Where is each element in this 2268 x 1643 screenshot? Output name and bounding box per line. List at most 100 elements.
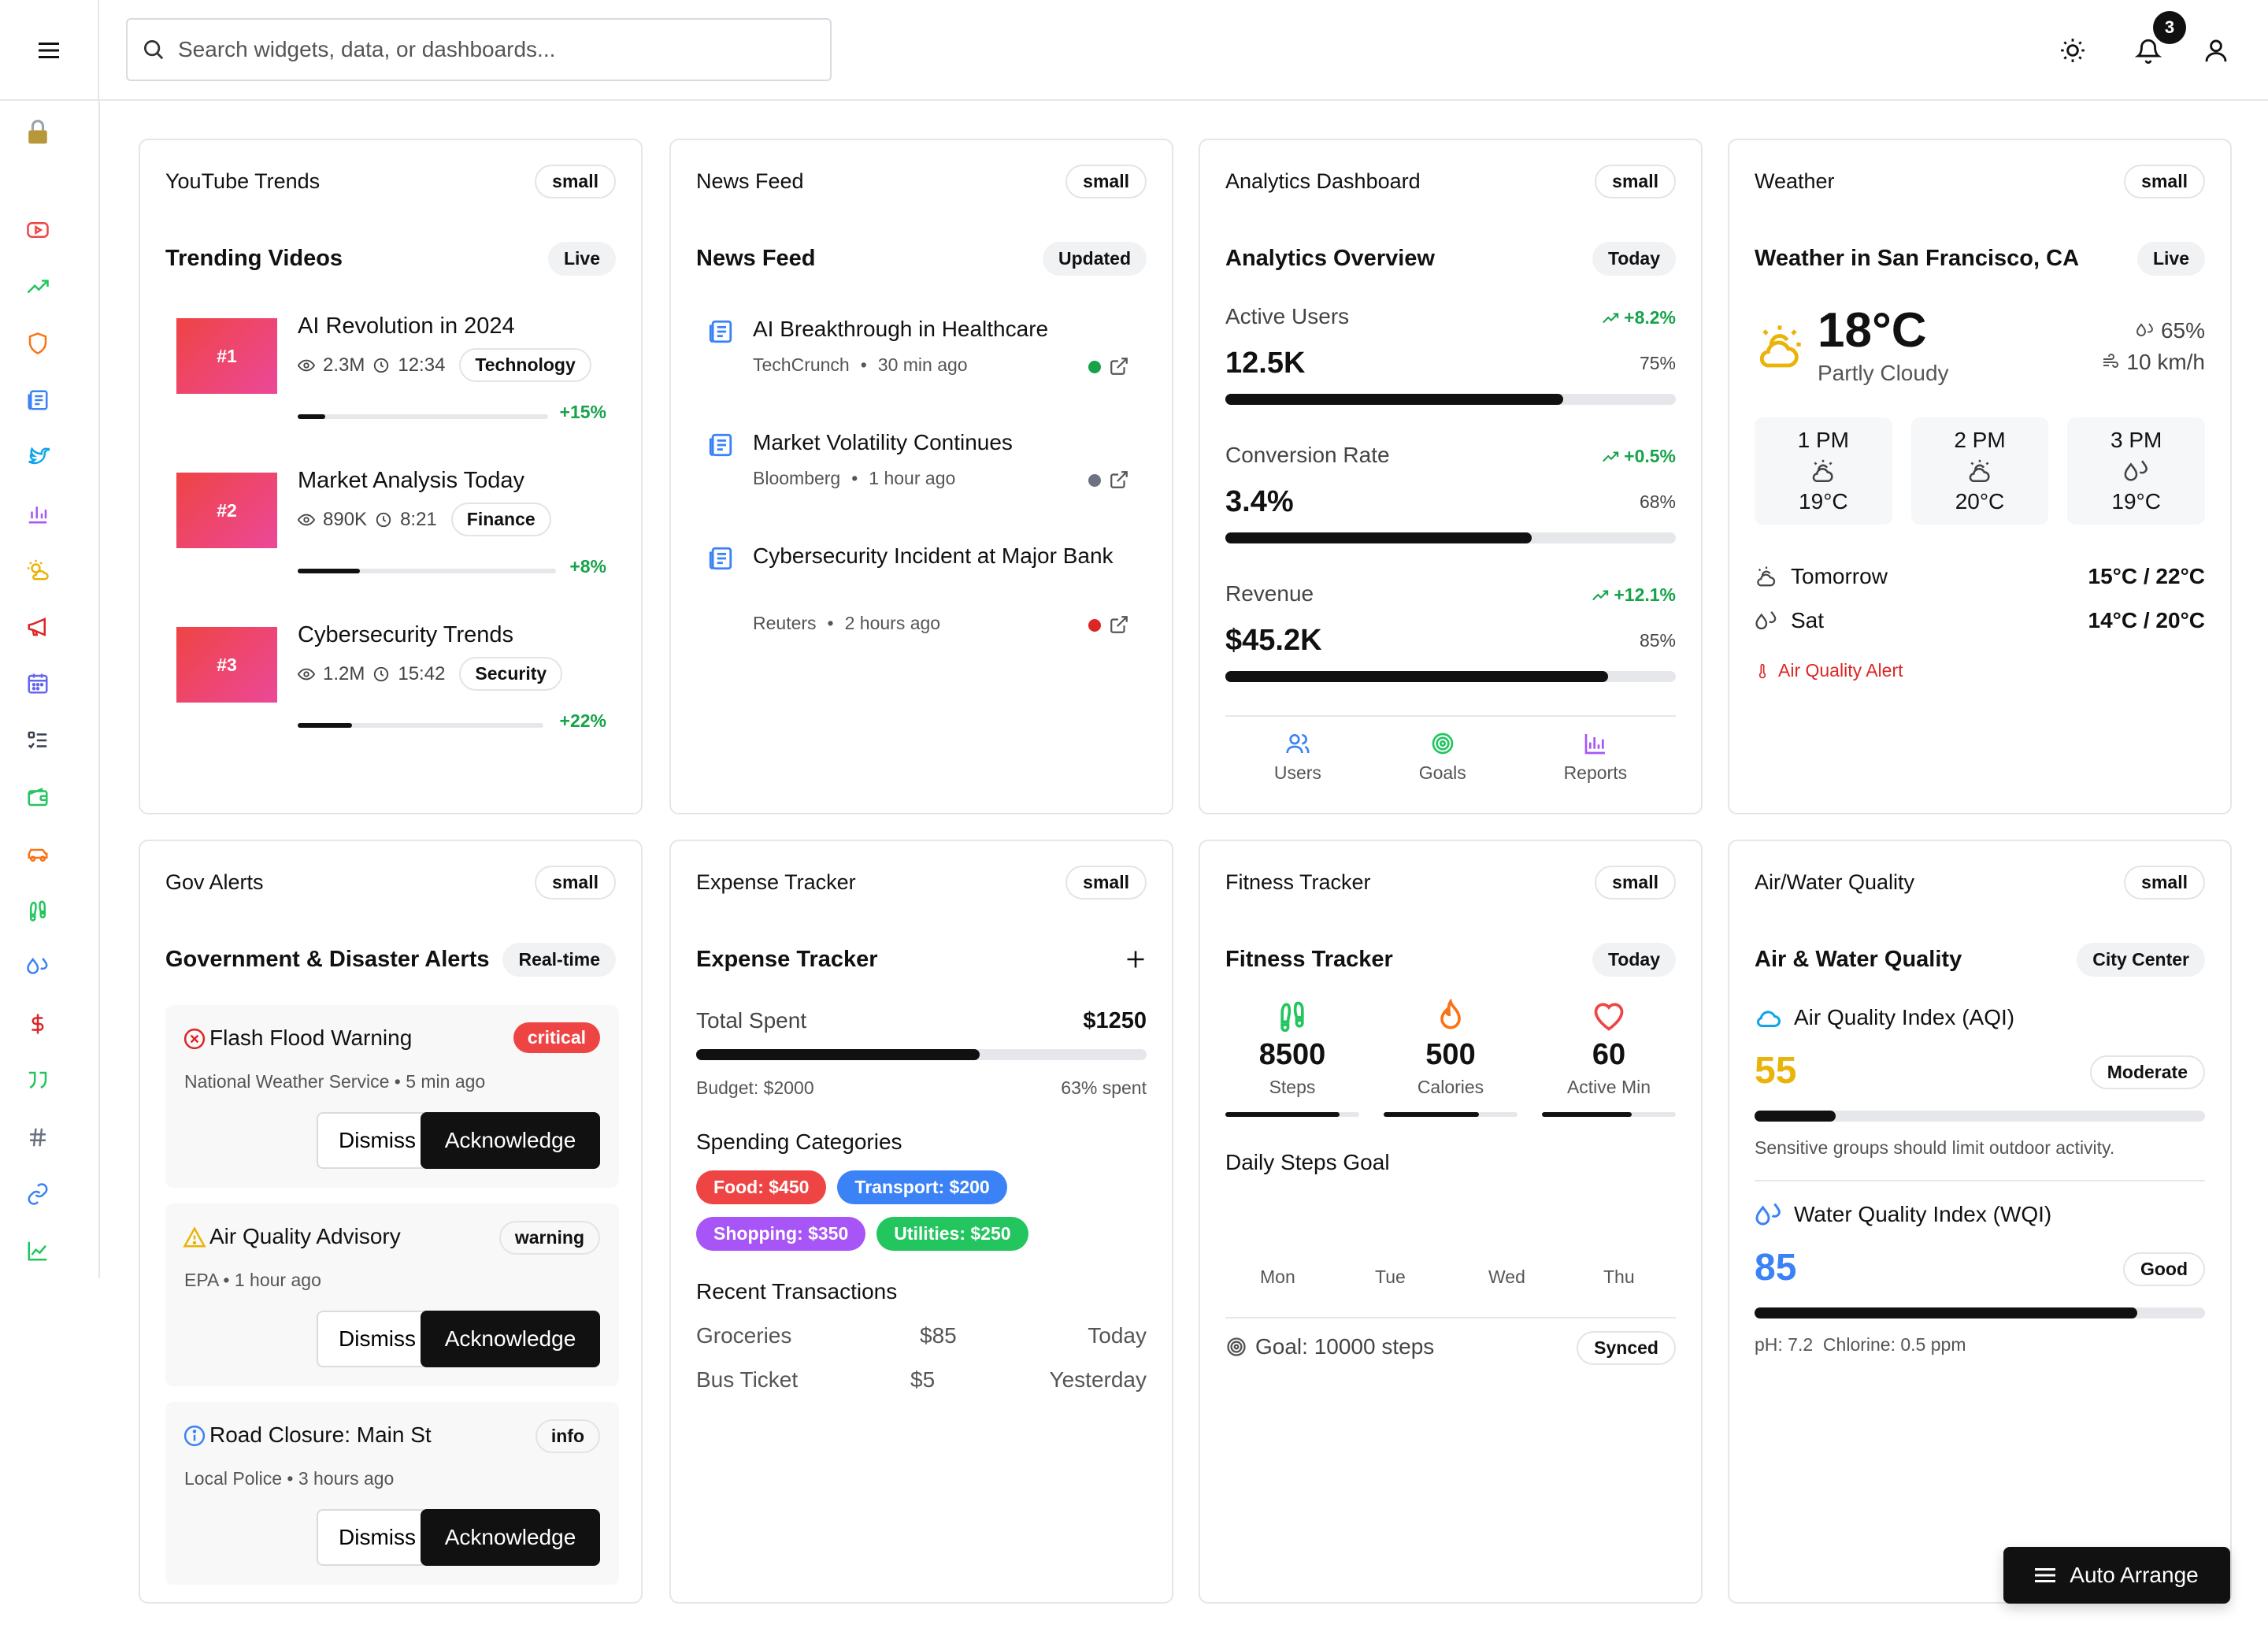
sidebar-item-finance[interactable] [22,1008,54,1040]
acknowledge-button[interactable]: Acknowledge [421,1509,600,1566]
acknowledge-button[interactable]: Acknowledge [421,1112,600,1169]
menu-lines-icon [2035,1568,2056,1582]
rank-thumbnail: #3 [176,627,277,703]
sidebar-item-youtube[interactable] [22,214,54,246]
sidebar-item-twitter[interactable] [22,441,54,473]
add-expense-icon[interactable] [1125,948,1147,970]
status-badge: Today [1592,241,1676,276]
sidebar-item-calendar[interactable] [22,668,54,699]
stat-bar-fill [1384,1112,1479,1117]
external-link-icon[interactable] [1109,356,1129,376]
video-item[interactable]: #1 AI Revolution in 2024 2.3M 12:34 Tech… [176,313,606,455]
hour-time: 3 PM [2110,428,2162,452]
news-item[interactable]: Cybersecurity Incident at Major Bank Reu… [707,540,1137,666]
nav-label: Reports [1563,762,1628,783]
category-tag[interactable]: Security [459,657,563,691]
news-source: Bloomberg [753,468,841,488]
widget-title: Fitness Tracker [1225,946,1393,972]
search-box[interactable] [126,18,832,81]
dismiss-button[interactable]: Dismiss [317,1311,438,1367]
acknowledge-button[interactable]: Acknowledge [421,1311,600,1367]
size-badge[interactable]: small [1065,865,1147,899]
category-tag[interactable]: Finance [450,503,551,536]
dismiss-button[interactable]: Dismiss [317,1509,438,1566]
forecast-day: Tomorrow [1791,564,1888,588]
auto-arrange-button[interactable]: Auto Arrange [2003,1547,2230,1604]
sidebar-item-water[interactable] [22,951,54,983]
sidebar-item-links[interactable] [22,1178,54,1210]
nav-goals[interactable]: Goals [1419,717,1466,802]
sidebar-item-tasks[interactable] [22,725,54,756]
category-chip[interactable]: Utilities: $250 [876,1217,1028,1251]
air-quality-alert[interactable]: Air Quality Alert [1755,660,1903,681]
sidebar-item-wallet[interactable] [22,781,54,813]
sidebar-item-analytics[interactable] [22,498,54,529]
video-item[interactable]: #2 Market Analysis Today 890K 8:21 Finan… [176,468,606,610]
metric-row: Conversion Rate +0.5% 3.4% 68% [1225,443,1676,577]
metric-change: +0.5% [1624,446,1676,466]
severity-badge: warning [498,1221,600,1255]
size-badge[interactable]: small [1065,164,1147,198]
video-item[interactable]: #3 Cybersecurity Trends 1.2M 15:42 Secur… [176,622,606,764]
metric-row: Revenue +12.1% $45.2K 85% [1225,581,1676,715]
sidebar-item-fitness[interactable] [22,895,54,926]
newspaper-icon [709,433,732,457]
menu-button[interactable] [0,0,99,101]
size-badge[interactable]: small [535,865,616,899]
weather-sun-icon [27,559,49,580]
sidebar-item-alerts[interactable] [22,611,54,643]
weather-card: Weather small Weather in San Francisco, … [1728,139,2232,814]
sidebar-item-lock[interactable] [22,117,54,148]
card-title: YouTube Trends [165,169,321,193]
trend-change: +15% [559,402,606,422]
view-count: 890K [323,508,368,530]
stat-label: Steps [1269,1077,1316,1097]
sidebar-item-transport[interactable] [22,838,54,870]
news-title: Market Volatility Continues [753,430,1013,454]
news-item[interactable]: Market Volatility Continues Bloomberg • 1 … [707,427,1137,521]
clock-icon [374,358,389,373]
day-label: Mon [1260,1267,1295,1287]
youtube-icon [27,222,49,238]
nav-users[interactable]: Users [1274,717,1321,802]
steps-stat: 8500 Steps [1225,999,1359,1117]
sidebar-item-weather[interactable] [22,554,54,586]
video-title: Market Analysis Today [298,468,524,493]
line-chart-icon [28,1241,47,1261]
metric-value: $45.2K [1225,624,1322,657]
sidebar-item-tags[interactable] [22,1122,54,1153]
sidebar-item-stats[interactable] [22,1235,54,1267]
view-count: 1.2M [323,662,365,684]
video-duration: 8:21 [400,508,437,530]
sidebar-item-security[interactable] [22,328,54,359]
news-item[interactable]: AI Breakthrough in Healthcare TechCrunch… [707,313,1137,408]
sidebar-item-quotes[interactable] [22,1065,54,1096]
size-badge[interactable]: small [1595,164,1676,198]
search-input[interactable] [178,37,792,62]
external-link-icon[interactable] [1109,614,1129,635]
transaction-row[interactable]: Groceries $85 Today [696,1323,1147,1355]
theme-toggle-button[interactable] [2054,32,2092,69]
category-tag[interactable]: Technology [459,348,591,382]
sidebar-item-trending[interactable] [22,271,54,302]
user-icon [2205,39,2227,62]
sidebar-item-news[interactable] [22,384,54,416]
user-profile-button[interactable] [2197,32,2235,69]
metric-change: +12.1% [1614,584,1676,605]
category-chip[interactable]: Food: $450 [696,1170,827,1204]
external-link-icon[interactable] [1109,469,1129,490]
metric-bar-fill [1225,394,1563,405]
budget-bar [696,1049,1147,1060]
dismiss-button[interactable]: Dismiss [317,1112,438,1169]
heart-icon [1594,1003,1624,1031]
alert-source: National Weather Service • 5 min ago [184,1071,486,1092]
size-badge[interactable]: small [1595,865,1676,899]
category-chip[interactable]: Shopping: $350 [696,1217,866,1251]
size-badge[interactable]: small [2124,865,2205,899]
category-chip[interactable]: Transport: $200 [837,1170,1007,1204]
nav-reports[interactable]: Reports [1563,717,1628,802]
size-badge[interactable]: small [535,164,616,198]
transaction-row[interactable]: Bus Ticket $5 Yesterday [696,1367,1147,1399]
alert-text: Air Quality Alert [1778,660,1903,681]
size-badge[interactable]: small [2124,164,2205,198]
